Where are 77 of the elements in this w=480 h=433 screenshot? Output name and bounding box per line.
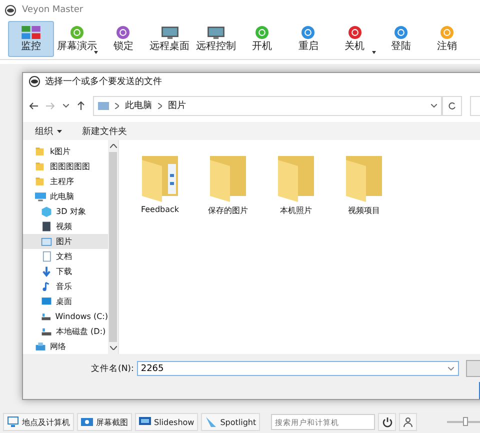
view-button[interactable]: Spotlight: [201, 413, 260, 431]
music-icon: [41, 281, 52, 292]
eye-logo-icon: [29, 76, 40, 88]
person-icon: [403, 417, 414, 427]
refresh-button[interactable]: [442, 96, 462, 116]
view-button[interactable]: Slideshow: [135, 413, 198, 431]
drive-icon: [41, 326, 52, 337]
doc-icon: [41, 251, 52, 262]
folder-item[interactable]: 保存的图片: [205, 152, 251, 216]
power-icon: [382, 416, 393, 428]
scroll-up-icon[interactable]: [110, 144, 116, 148]
nav-item[interactable]: 本地磁盘 (D:): [23, 324, 108, 339]
toolbar-button[interactable]: 远程桌面: [146, 21, 193, 57]
toolbar-button[interactable]: 屏幕演示: [54, 21, 100, 57]
folder-item[interactable]: 视频项目: [341, 152, 387, 216]
download-icon: [41, 266, 52, 277]
folder-icon: [35, 146, 46, 157]
view-button[interactable]: 地点及计算机: [3, 413, 74, 431]
caret-icon[interactable]: [431, 104, 437, 108]
toolbar-button[interactable]: 锁定: [100, 21, 146, 57]
folder-icon: [35, 176, 46, 187]
pictures-icon: [98, 102, 109, 110]
nav-item[interactable]: k图片: [23, 144, 108, 159]
breadcrumb-item[interactable]: 图片: [168, 99, 186, 112]
nav-item[interactable]: Windows (C:): [23, 309, 108, 324]
network-icon: [35, 341, 46, 352]
caret-icon[interactable]: [63, 104, 69, 108]
toolbar-button[interactable]: 登陆: [378, 21, 424, 57]
slider-thumb[interactable]: [463, 417, 468, 426]
nav-item[interactable]: 音乐: [23, 279, 108, 294]
folder-item[interactable]: 本机照片: [273, 152, 319, 216]
filename-label: 文件名(N):: [91, 362, 134, 374]
command-button[interactable]: 组织: [33, 124, 55, 139]
video-icon: [41, 221, 52, 232]
slides-icon: [139, 416, 151, 428]
address-bar[interactable]: 此电脑 图片: [93, 96, 442, 116]
caret-icon[interactable]: [448, 367, 454, 371]
view-button[interactable]: 屏幕截图: [77, 413, 132, 431]
pictures-icon: [41, 236, 52, 247]
window-title: Veyon Master: [22, 5, 84, 15]
folder-icon: [35, 161, 46, 172]
monitor-icon: [7, 416, 19, 428]
nav-item[interactable]: 主程序: [23, 174, 108, 189]
nav-item[interactable]: 3D 对象: [23, 204, 108, 219]
scroll-down-icon[interactable]: [110, 346, 116, 350]
pc-icon: [35, 191, 46, 202]
command-button[interactable]: 新建文件夹: [80, 124, 129, 139]
nav-item[interactable]: 下载: [23, 264, 108, 279]
breadcrumb-item[interactable]: 此电脑: [125, 99, 152, 112]
power-button[interactable]: [378, 413, 396, 431]
chevron-icon: [158, 102, 162, 108]
chevron-icon: [115, 102, 119, 108]
up-icon[interactable]: [77, 101, 85, 110]
nav-item[interactable]: 文档: [23, 249, 108, 264]
toolbar-button[interactable]: 重启: [285, 21, 332, 57]
filename-field[interactable]: 2265: [136, 361, 459, 376]
users-button[interactable]: [399, 413, 418, 431]
nav-item[interactable]: 此电脑: [23, 189, 108, 204]
drive-icon: [41, 311, 52, 322]
toolbar-button[interactable]: 注销: [424, 21, 470, 57]
nav-item[interactable]: 桌面: [23, 294, 108, 309]
toolbar-button[interactable]: 监控: [8, 21, 54, 57]
toolbar-button[interactable]: 关机: [332, 21, 378, 57]
toolbar-button[interactable]: 远程控制: [192, 21, 239, 57]
refresh-icon: [448, 102, 456, 110]
desktop-icon: [41, 296, 52, 307]
back-icon[interactable]: [29, 102, 38, 110]
nav-item[interactable]: 图图图图图: [23, 159, 108, 174]
nav-item[interactable]: 网络: [23, 339, 108, 354]
eye-logo-icon: [5, 4, 16, 16]
toolbar-button[interactable]: 开机: [239, 21, 286, 57]
camera-icon: [81, 416, 93, 428]
nav-item[interactable]: 视频: [23, 219, 108, 234]
cube-icon: [41, 206, 52, 217]
folder-item[interactable]: Feedback: [137, 152, 183, 214]
dialog-title: 选择一个或多个要发送的文件: [45, 76, 162, 88]
nav-item[interactable]: 图片: [23, 234, 108, 249]
